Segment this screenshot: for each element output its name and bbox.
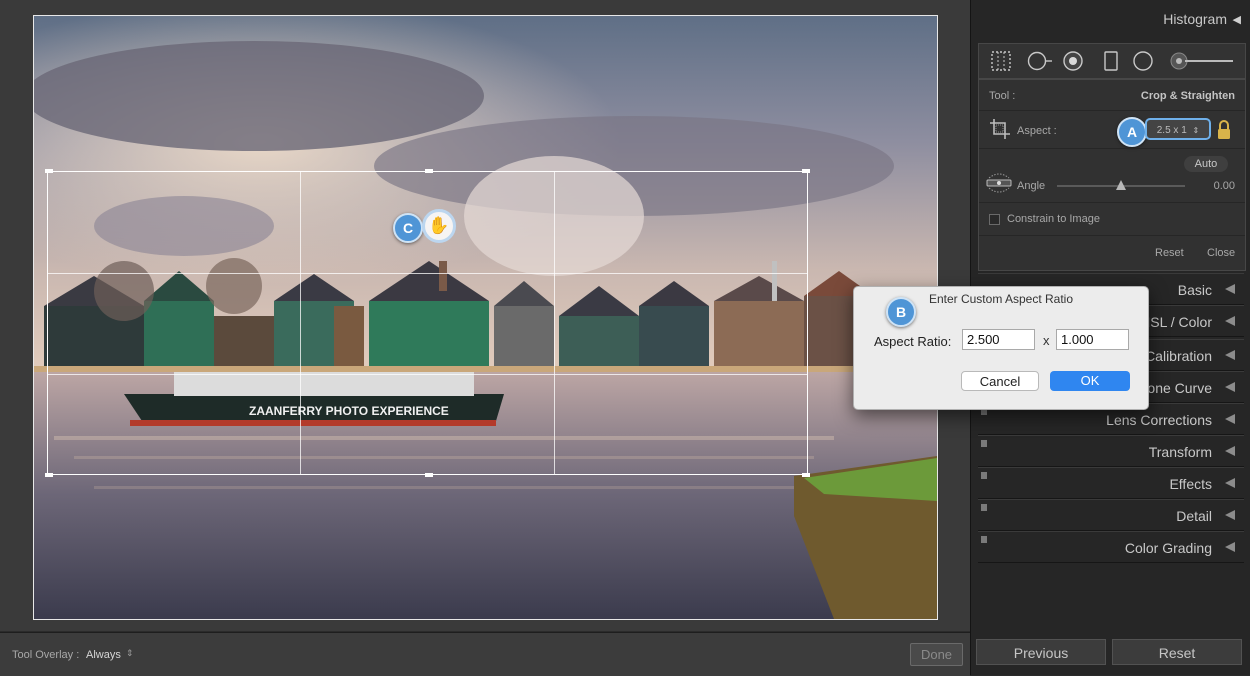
divider [979,110,1245,111]
brush-size-icon[interactable] [1169,51,1235,71]
crop-handle-top-right[interactable] [802,169,810,173]
cancel-button[interactable]: Cancel [961,371,1039,391]
ratio-height-input[interactable]: 1.000 [1056,329,1129,350]
expand-triangle-icon[interactable] [1224,316,1236,326]
callout-c: C [393,213,423,243]
module-label: Detail [1176,508,1212,524]
module-color-grading[interactable]: Color Grading [978,531,1244,563]
grid-line [48,374,807,375]
grid-line [48,273,807,274]
updown-caret-icon: ⇕ [126,648,134,658]
hand-icon: ✋ [422,209,456,243]
aspect-ratio-label: Aspect Ratio: [874,334,952,349]
panel-switch-icon[interactable] [981,440,987,447]
divider [979,235,1245,236]
expand-triangle-icon[interactable] [1224,510,1236,520]
red-eye-icon[interactable] [1063,51,1083,71]
ratio-width-input[interactable]: 2.500 [962,329,1035,350]
crop-straighten-panel: Tool : Crop & Straighten Aspect : A 2.5 … [978,79,1246,271]
grid-line [300,172,301,474]
spot-removal-icon[interactable] [1027,51,1053,71]
crop-handle-bottom-left[interactable] [45,473,53,477]
angle-slider[interactable] [1057,180,1185,190]
tool-name: Crop & Straighten [1140,90,1235,102]
panel-switch-icon[interactable] [981,472,987,479]
grid-line [554,172,555,474]
expand-triangle-icon[interactable] [1224,542,1236,552]
expand-triangle-icon[interactable] [1224,478,1236,488]
custom-aspect-dialog: Enter Custom Aspect Ratio B Aspect Ratio… [853,286,1149,410]
angle-value[interactable]: 0.00 [1214,180,1235,192]
reset-button[interactable]: Reset [1112,639,1242,665]
expand-triangle-icon[interactable] [1224,446,1236,456]
tool-overlay-label: Tool Overlay : [12,649,80,661]
reset-link[interactable]: Reset [1155,247,1184,259]
constrain-checkbox[interactable] [989,214,1000,225]
module-label: HSL / Color [1140,314,1212,330]
divider [979,148,1245,149]
crop-overlay-icon[interactable] [991,51,1011,71]
module-label: Tone Curve [1140,380,1212,396]
crop-handle-top[interactable] [425,169,433,173]
toolbar: Tool Overlay : Always ⇕ Done [0,632,970,676]
graduated-filter-icon[interactable] [1101,51,1121,71]
callout-b: B [886,297,916,327]
close-link[interactable]: Close [1207,247,1235,259]
module-label: Effects [1169,476,1212,492]
angle-label: Angle [1017,180,1046,192]
expand-triangle-icon[interactable] [1224,382,1236,392]
expand-triangle-icon[interactable] [1224,414,1236,424]
auto-button[interactable]: Auto [1184,156,1228,172]
histogram-header[interactable]: Histogram [1163,11,1227,27]
ratio-separator: x [1043,333,1050,348]
panel-switch-icon[interactable] [981,504,987,511]
radial-filter-icon[interactable] [1133,51,1153,71]
module-label: Transform [1148,444,1212,460]
expand-triangle-icon[interactable] [1224,284,1236,294]
tool-label: Tool : [989,90,1016,102]
tool-strip [978,43,1246,79]
aspect-ratio-value: 2.5 x 1 [1156,125,1187,136]
module-label: Color Grading [1124,540,1212,556]
angle-slider-thumb[interactable] [1116,180,1126,190]
crop-handle-bottom[interactable] [425,473,433,477]
expand-triangle-icon[interactable] [1224,350,1236,360]
updown-caret-icon: ⇕ [1192,126,1200,135]
aspect-label: Aspect : [1017,125,1057,137]
ok-button[interactable]: OK [1050,371,1130,391]
tool-overlay-select[interactable]: Always [86,649,121,661]
module-transform[interactable]: Transform [978,435,1244,467]
divider [979,202,1245,203]
aspect-ratio-select[interactable]: 2.5 x 1 ⇕ [1145,118,1211,140]
photo-workspace: ZAANFERRY PHOTO EXPERIENCE C ✋ [0,0,970,631]
done-button[interactable]: Done [910,643,963,666]
crop-handle-top-left[interactable] [45,169,53,173]
module-effects[interactable]: Effects [978,467,1244,499]
collapse-triangle-icon[interactable]: ◀ [1233,13,1241,26]
module-label: Calibration [1145,348,1212,364]
panel-switch-icon[interactable] [981,536,987,543]
lock-icon[interactable] [1217,120,1231,140]
callout-a: A [1117,117,1147,147]
level-icon[interactable] [985,172,1013,194]
crop-frame-icon[interactable] [989,118,1011,140]
module-label: Lens Corrections [1106,412,1212,428]
module-detail[interactable]: Detail [978,499,1244,531]
previous-button[interactable]: Previous [976,639,1106,665]
constrain-label: Constrain to Image [1007,213,1100,225]
module-label: Basic [1177,282,1212,298]
crop-handle-bottom-right[interactable] [802,473,810,477]
